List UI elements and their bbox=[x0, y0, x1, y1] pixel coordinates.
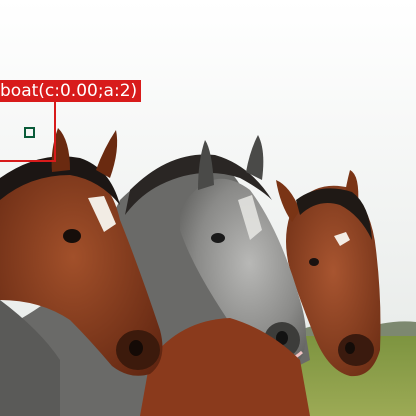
detection-label: boat(c:0.00;a:2) bbox=[0, 80, 142, 102]
detection-point bbox=[24, 127, 35, 138]
photo-canvas: boat(c:0.00;a:2) bbox=[0, 0, 416, 416]
horses-photo bbox=[0, 0, 416, 416]
